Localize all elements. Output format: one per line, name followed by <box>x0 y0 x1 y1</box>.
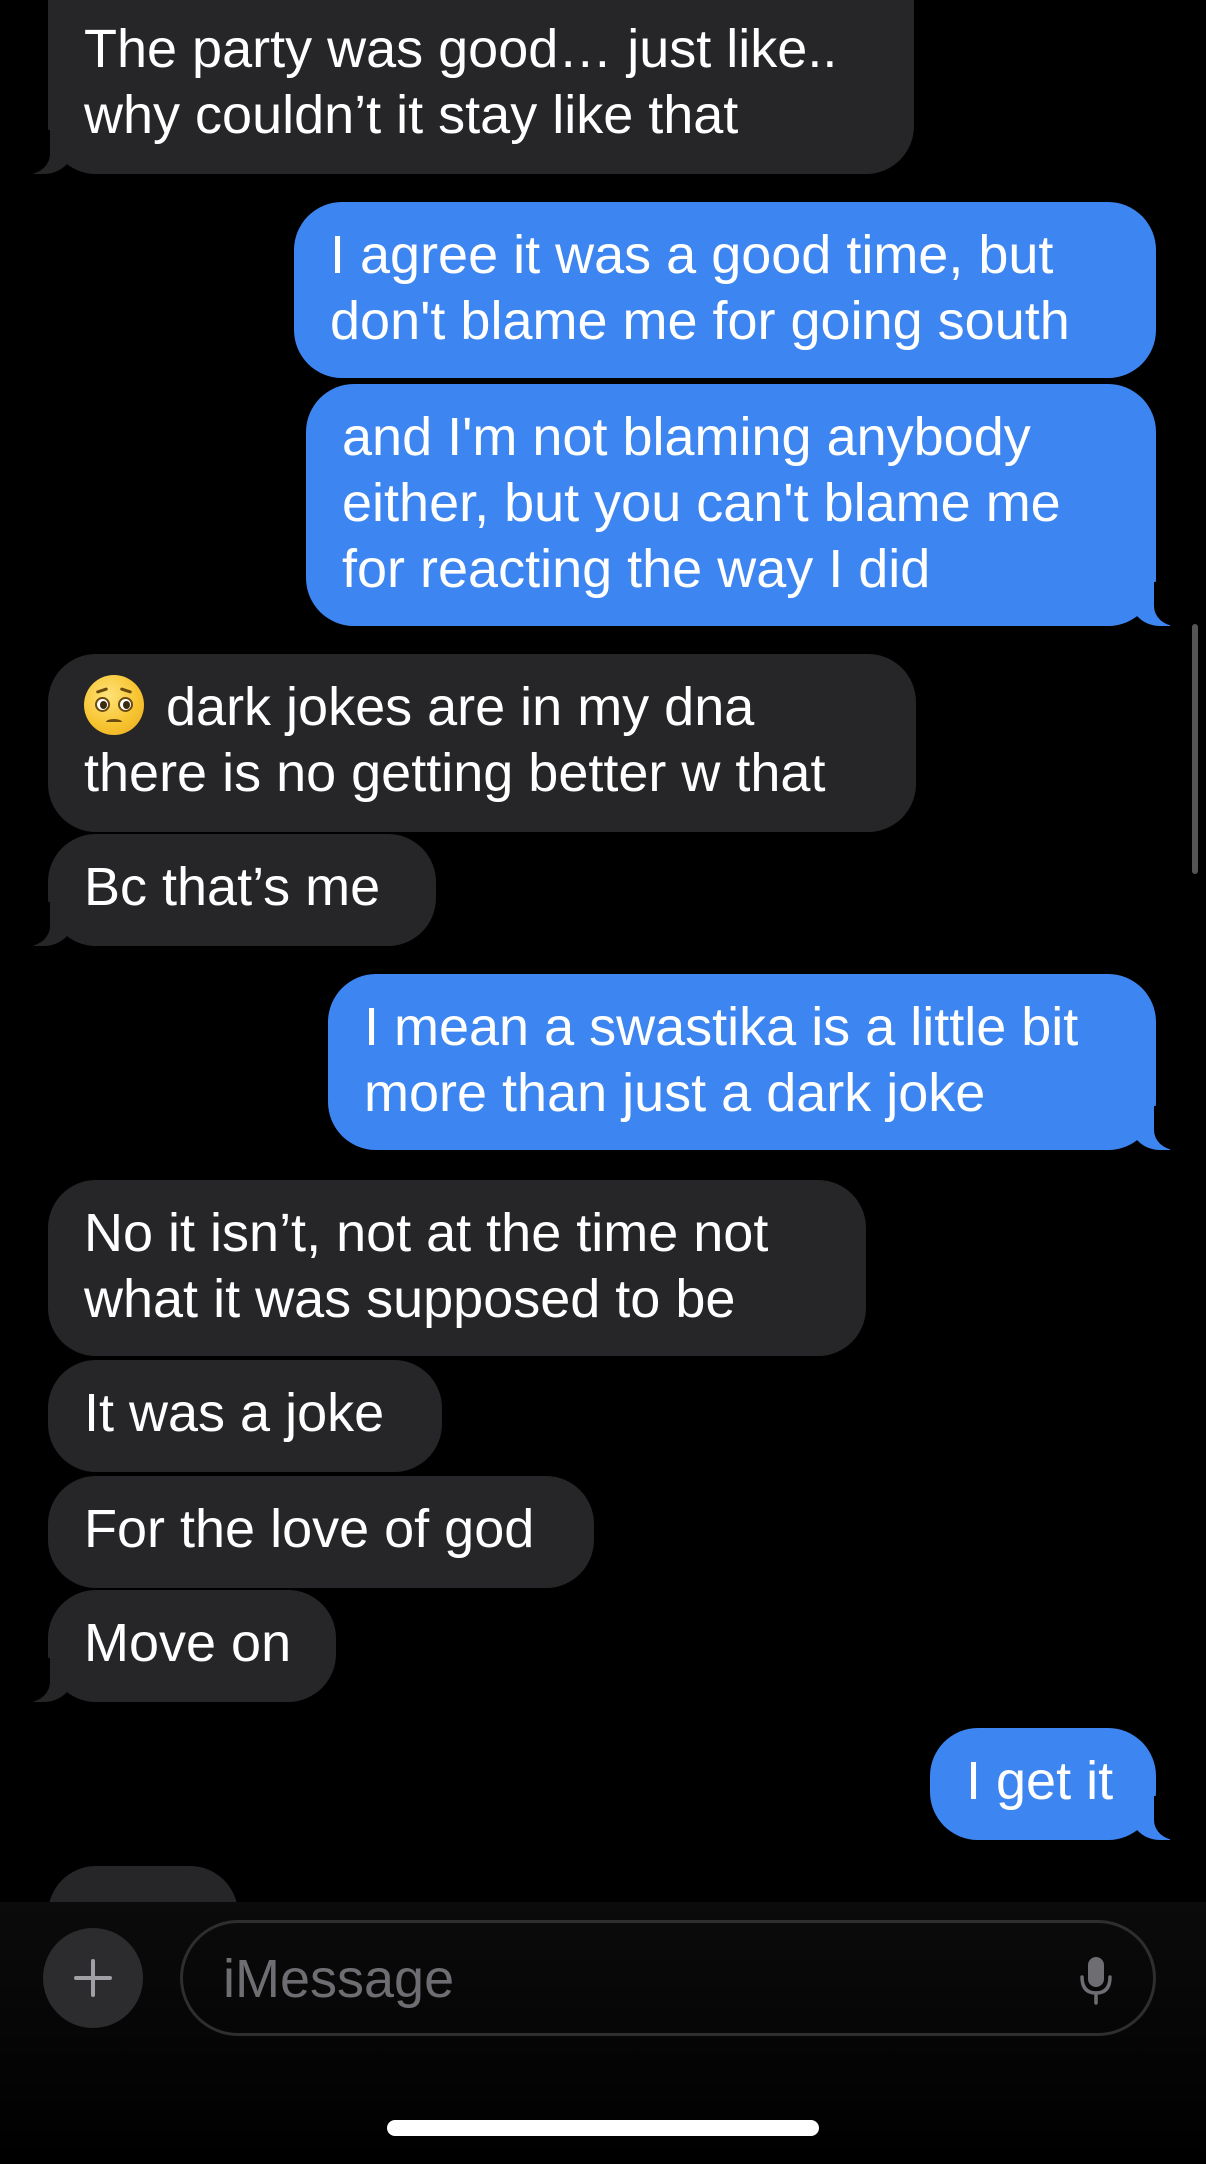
sent-message[interactable]: I get it <box>930 1728 1182 1840</box>
sent-message[interactable]: I agree it was a good time, but don't bl… <box>294 202 1156 378</box>
message-input-field[interactable] <box>180 1920 1156 2036</box>
message-text-line: Move on <box>84 1613 292 1673</box>
scrollbar[interactable] <box>1192 624 1198 874</box>
sent-message[interactable]: I mean a swastika is a little bit more t… <box>328 974 1182 1150</box>
message-text-line: for reacting the way I did <box>342 539 931 599</box>
message-text-line: Bc that’s me <box>84 857 381 917</box>
received-message[interactable]: Bc that’s me <box>22 834 436 946</box>
plus-icon <box>74 1959 112 1997</box>
message-text-line: either, but you can't blame me <box>342 473 1061 533</box>
message-text: dark jokes are in my dna <box>166 677 755 737</box>
received-message-partial[interactable] <box>48 1866 238 1902</box>
message-text-line: I mean a swastika is a little bit <box>364 997 1079 1057</box>
message-text-line: No it isn’t, not at the time not <box>84 1203 769 1263</box>
message-text-line: what it was supposed to be <box>84 1269 736 1329</box>
message-text-line: It was a joke <box>84 1383 385 1443</box>
message-text-line: don't blame me for going south <box>330 291 1070 351</box>
message-text-line: there is no getting better w that <box>84 743 826 803</box>
message-text-line: why couldn’t it stay like that <box>84 85 739 145</box>
received-message[interactable]: dark jokes are in my dna there is no get… <box>48 654 916 832</box>
received-message[interactable]: The party was good… just like.. why coul… <box>22 0 914 174</box>
sent-message[interactable]: and I'm not blaming anybody either, but … <box>306 384 1182 626</box>
message-text-line: dark jokes are in my dna <box>84 674 880 740</box>
received-message[interactable]: For the love of god <box>48 1476 594 1588</box>
received-message[interactable]: Move on <box>22 1590 336 1702</box>
add-attachment-button[interactable] <box>43 1928 143 2028</box>
message-text-line: more than just a dark joke <box>364 1063 986 1123</box>
imessage-input[interactable] <box>221 1945 1025 2013</box>
pleading-face-emoji <box>84 675 144 735</box>
message-text-line: and I'm not blaming anybody <box>342 407 1031 467</box>
message-text-line: I get it <box>966 1751 1114 1811</box>
message-text-line: The party was good… just like.. <box>84 19 838 79</box>
message-text-line: I agree it was a good time, but <box>330 225 1054 285</box>
message-thread[interactable]: The party was good… just like.. why coul… <box>0 0 1206 1902</box>
message-text-line: For the love of god <box>84 1499 535 1559</box>
received-message[interactable]: It was a joke <box>48 1360 442 1472</box>
received-message[interactable]: No it isn’t, not at the time not what it… <box>48 1180 866 1356</box>
microphone-icon[interactable] <box>1079 1955 1113 2007</box>
home-indicator[interactable] <box>387 2120 819 2136</box>
